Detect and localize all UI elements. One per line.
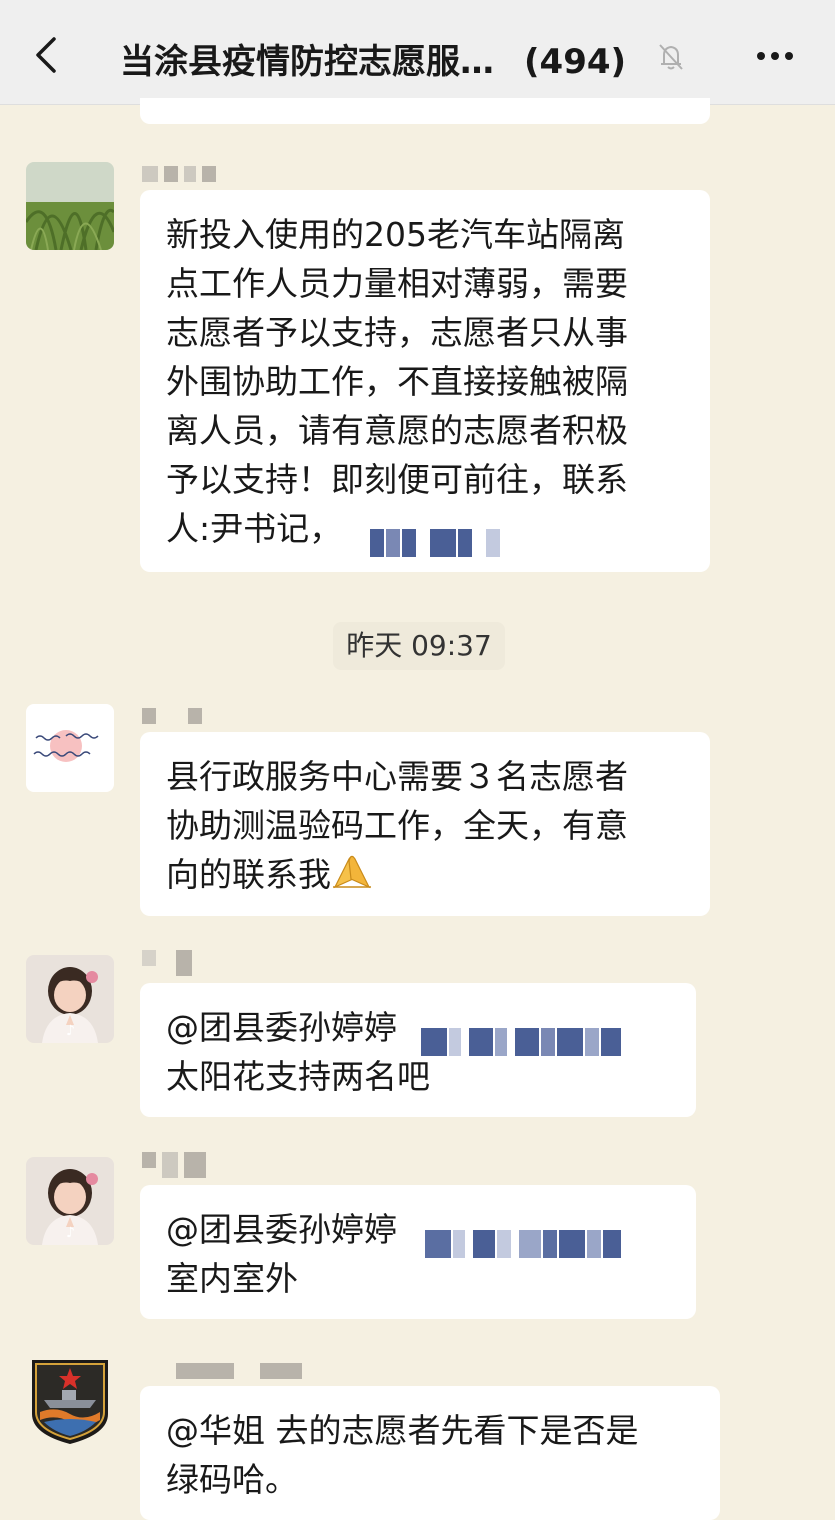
message-line: 绿码哈。: [166, 1460, 298, 1499]
message-line: 县行政服务中心需要３名志愿者: [166, 757, 628, 796]
message-line: @华姐 去的志愿者先看下是否是: [166, 1411, 639, 1450]
back-button[interactable]: [22, 30, 72, 80]
message-line: 新投入使用的205老汽车站隔离: [166, 215, 625, 254]
message-line: 离人员，请有意愿的志愿者积极: [166, 411, 628, 450]
sender-avatar-navy-badge[interactable]: [26, 1356, 114, 1444]
sender-name-redacted: [142, 1363, 308, 1381]
chat-title[interactable]: 当涂县疫情防控志愿服… (494): [120, 34, 626, 83]
message-line: 室内室外: [166, 1259, 298, 1298]
ellipsis-icon: [757, 52, 793, 60]
sender-avatar-grass[interactable]: [26, 162, 114, 250]
message-bubble[interactable]: 新投入使用的205老汽车站隔离 点工作人员力量相对薄弱，需要 志愿者予以支持，志…: [140, 190, 710, 572]
sender-avatar-handwriting[interactable]: [26, 704, 114, 792]
timestamp-divider: 昨天 09:37: [333, 622, 505, 670]
more-options-button[interactable]: [750, 36, 800, 76]
message-line: 外围协助工作，不直接接触被隔: [166, 362, 628, 401]
sender-name-redacted: [142, 166, 222, 184]
member-count: (494): [524, 42, 627, 82]
redacted-phone-number: [370, 517, 502, 557]
redacted-mention: [425, 1218, 623, 1258]
message-line: 向的联系我: [166, 855, 331, 894]
sender-name-redacted: [142, 950, 198, 976]
message-bubble[interactable]: @团县委孙婷婷 太阳花支持两名吧: [140, 983, 696, 1117]
message-line: 太阳花支持两名吧: [166, 1057, 430, 1096]
previous-message-bubble[interactable]: [140, 98, 710, 124]
redacted-mention: [421, 1016, 623, 1056]
chevron-left-icon: [36, 37, 56, 73]
svg-text:♪: ♪: [66, 1023, 75, 1039]
message-line: 协助测温验码工作，全天，有意: [166, 806, 628, 845]
group-name: 当涂县疫情防控志愿服…: [120, 42, 494, 82]
svg-text:♪: ♪: [66, 1225, 75, 1241]
sender-avatar-girl[interactable]: ♪: [26, 955, 114, 1043]
mention-text: @团县委孙婷婷: [166, 1008, 397, 1047]
sender-avatar-girl[interactable]: ♪: [26, 1157, 114, 1245]
message-line: 志愿者予以支持，志愿者只从事: [166, 313, 628, 352]
folded-hands-emoji-icon: [331, 851, 373, 902]
sender-name-redacted: [142, 1152, 212, 1178]
bell-slash-icon: [654, 40, 688, 74]
chat-header: 当涂县疫情防控志愿服… (494): [0, 0, 835, 105]
message-line: 人:尹书记，: [166, 509, 343, 548]
message-bubble[interactable]: @团县委孙婷婷 室内室外: [140, 1185, 696, 1319]
mention-text: @团县委孙婷婷: [166, 1210, 397, 1249]
message-bubble[interactable]: @华姐 去的志愿者先看下是否是 绿码哈。: [140, 1386, 720, 1520]
message-bubble[interactable]: 县行政服务中心需要３名志愿者 协助测温验码工作，全天，有意 向的联系我: [140, 732, 710, 916]
message-line: 予以支持！即刻便可前往，联系: [166, 460, 628, 499]
message-line: 点工作人员力量相对薄弱，需要: [166, 264, 628, 303]
sender-name-redacted: [142, 708, 208, 726]
